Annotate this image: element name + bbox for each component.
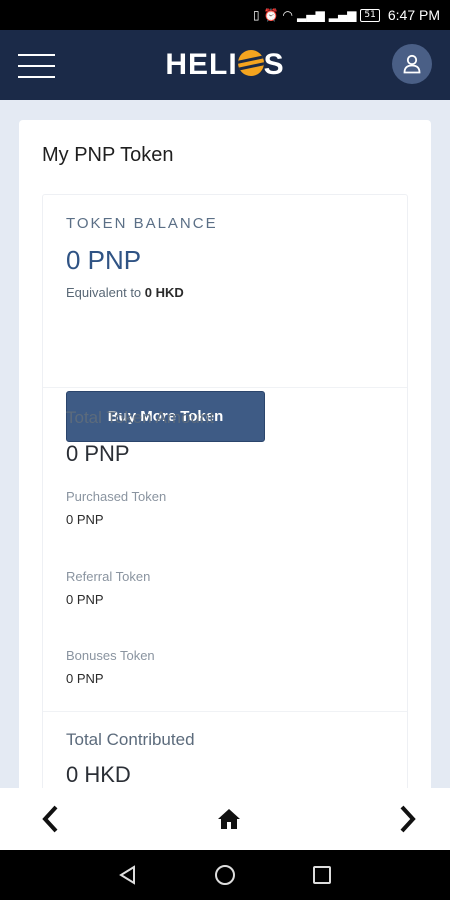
referral-token-value: 0 PNP <box>66 592 104 607</box>
token-balance-label: TOKEN BALANCE <box>66 215 218 232</box>
status-icons: ▯ ⏰ ◠ ▂▄▆ ▂▄▆ 51 <box>253 8 380 22</box>
equivalent-value: 0 HKD <box>144 285 184 300</box>
logo-text-left: HELI <box>165 48 238 81</box>
bonuses-token-value: 0 PNP <box>66 671 104 686</box>
status-time: 6:47 PM <box>387 7 440 23</box>
android-recents-button[interactable] <box>307 860 337 890</box>
square-recents-icon <box>312 866 331 884</box>
alarm-icon: ⏰ <box>263 8 279 22</box>
back-button[interactable] <box>30 799 70 839</box>
purchased-token-label: Purchased Token <box>66 489 167 504</box>
app-header: HELI S <box>0 30 450 100</box>
home-icon <box>218 809 240 829</box>
forward-button[interactable] <box>388 799 428 839</box>
battery-icon: 51 <box>360 8 380 22</box>
chevron-right-icon <box>400 805 416 833</box>
referral-token-label: Referral Token <box>66 569 151 584</box>
status-bar: ▯ ⏰ ◠ ▂▄▆ ▂▄▆ 51 6:47 PM <box>0 0 450 30</box>
vibrate-icon: ▯ <box>252 8 260 22</box>
total-contributed-label: Total Contributed <box>66 730 195 749</box>
equivalent-text: Equivalent to 0 HKD <box>66 285 184 300</box>
purchased-token-value: 0 PNP <box>66 512 104 527</box>
android-home-button[interactable] <box>210 860 240 890</box>
main-content[interactable]: My PNP Token TOKEN BALANCE 0 PNP Equival… <box>0 100 450 788</box>
total-contributed-value: 0 HKD <box>66 762 131 787</box>
helios-logo: HELI S <box>0 48 450 82</box>
token-panel: TOKEN BALANCE 0 PNP Equivalent to 0 HKD … <box>42 194 408 788</box>
signal-icon: ▂▄▆ <box>297 8 325 22</box>
triangle-back-icon <box>119 865 136 885</box>
bonuses-token-label: Bonuses Token <box>66 648 155 663</box>
home-button[interactable] <box>209 799 249 839</box>
page-title: My PNP Token <box>42 144 174 166</box>
total-token-value: 0 PNP <box>66 441 130 466</box>
android-nav-bar <box>0 850 450 900</box>
logo-text-right: S <box>263 48 285 81</box>
equivalent-prefix: Equivalent to <box>66 285 142 300</box>
token-balance-value: 0 PNP <box>66 245 142 275</box>
token-card: My PNP Token TOKEN BALANCE 0 PNP Equival… <box>19 120 431 788</box>
total-token-label: Total Token Amount <box>66 408 215 427</box>
chevron-left-icon <box>42 805 58 833</box>
divider <box>43 711 407 712</box>
user-profile-button[interactable] <box>392 44 432 84</box>
logo-ball-icon <box>237 50 264 76</box>
wifi-icon: ◠ <box>282 8 294 22</box>
user-icon <box>403 54 421 74</box>
bottom-nav <box>0 788 450 850</box>
signal-icon-2: ▂▄▆ <box>328 8 357 22</box>
circle-home-icon <box>214 865 235 885</box>
android-back-button[interactable] <box>113 860 143 890</box>
divider <box>43 387 407 388</box>
